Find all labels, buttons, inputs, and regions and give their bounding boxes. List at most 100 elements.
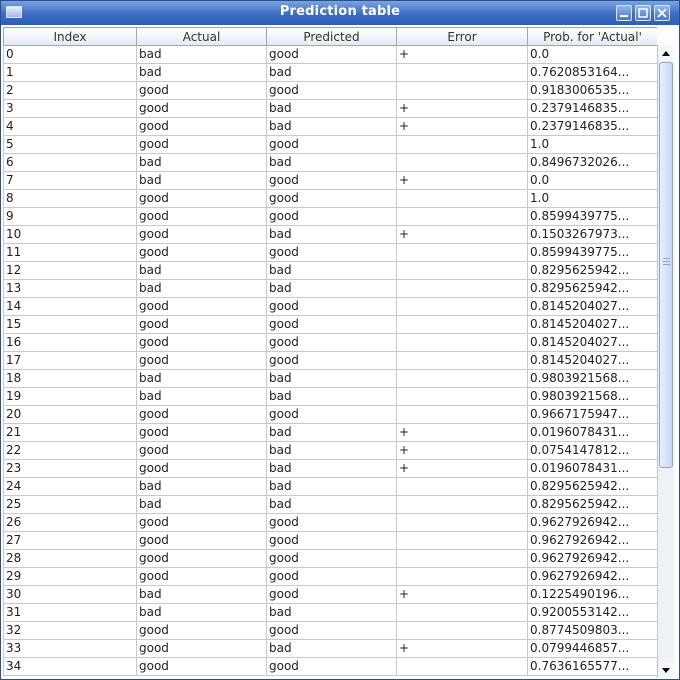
table-cell[interactable]: good [136,315,267,334]
table-row[interactable]: 7 bad good +0.0 [3,171,657,190]
table-cell[interactable]: 27 [3,531,137,550]
table-cell[interactable]: 0.8295625942... [527,477,657,496]
table-cell[interactable]: good [136,549,267,568]
table-cell[interactable]: 7 [3,171,137,190]
table-cell[interactable]: good [136,225,267,244]
column-header[interactable]: Prob. for 'Actual' [527,27,657,46]
table-row[interactable]: 21 good bad +0.0196078431... [3,423,657,442]
table-row[interactable]: 31 bad bad 0.9200553142... [3,603,657,622]
table-cell[interactable]: good [136,405,267,424]
table-cell[interactable]: good [136,567,267,586]
table-cell[interactable]: good [136,351,267,370]
table-cell[interactable]: 25 [3,495,137,514]
table-cell[interactable]: + [396,117,528,136]
table-cell[interactable]: 3 [3,99,137,118]
table-cell[interactable]: 26 [3,513,137,532]
table-row[interactable]: 11 good good 0.8599439775... [3,243,657,262]
table-cell[interactable]: 0.1503267973... [527,225,657,244]
table-cell[interactable]: bad [136,477,267,496]
table-cell[interactable]: 30 [3,585,137,604]
table-row[interactable]: 26 good good 0.9627926942... [3,513,657,532]
table-cell[interactable] [396,279,528,298]
table-cell[interactable]: 16 [3,333,137,352]
table-cell[interactable]: 0.8599439775... [527,207,657,226]
title-bar[interactable]: Prediction table [1,1,679,25]
table-cell[interactable] [396,351,528,370]
vertical-scrollbar[interactable] [657,45,674,678]
table-cell[interactable]: good [136,207,267,226]
table-cell[interactable]: 0.8295625942... [527,261,657,280]
table-cell[interactable]: bad [266,117,397,136]
table-cell[interactable]: bad [266,99,397,118]
table-cell[interactable]: 0.0 [527,45,657,64]
table-cell[interactable]: 1.0 [527,189,657,208]
maximize-button[interactable] [635,5,651,21]
table-cell[interactable]: good [266,171,397,190]
column-header[interactable]: Index [3,27,137,46]
table-cell[interactable]: + [396,171,528,190]
table-cell[interactable]: good [266,621,397,640]
table-cell[interactable]: bad [266,369,397,388]
table-cell[interactable]: 0.2379146835... [527,117,657,136]
table-row[interactable]: 22 good bad +0.0754147812... [3,441,657,460]
table-cell[interactable]: 11 [3,243,137,262]
table-cell[interactable]: 34 [3,657,137,676]
table-cell[interactable] [396,135,528,154]
table-cell[interactable]: 0.9627926942... [527,513,657,532]
table-row[interactable]: 20 good good 0.9667175947... [3,405,657,424]
table-cell[interactable] [396,261,528,280]
table-cell[interactable]: good [266,405,397,424]
table-cell[interactable]: 0.9803921568... [527,387,657,406]
table-cell[interactable]: good [136,441,267,460]
table-cell[interactable] [396,513,528,532]
table-row[interactable]: 33 good bad +0.0799446857... [3,639,657,658]
table-cell[interactable] [396,189,528,208]
scroll-down-button[interactable] [658,662,674,678]
table-cell[interactable]: + [396,441,528,460]
table-cell[interactable]: bad [136,369,267,388]
table-cell[interactable]: 21 [3,423,137,442]
table-cell[interactable]: bad [136,171,267,190]
table-cell[interactable]: bad [266,387,397,406]
table-cell[interactable]: + [396,459,528,478]
table-cell[interactable]: 29 [3,567,137,586]
table-row[interactable]: 12 bad bad 0.8295625942... [3,261,657,280]
table-cell[interactable]: 6 [3,153,137,172]
table-cell[interactable] [396,495,528,514]
table-cell[interactable]: good [136,297,267,316]
table-cell[interactable]: bad [266,495,397,514]
table-cell[interactable]: 28 [3,549,137,568]
table-cell[interactable]: 24 [3,477,137,496]
table-cell[interactable]: bad [266,261,397,280]
table-cell[interactable]: good [136,459,267,478]
table-row[interactable]: 1 bad bad 0.7620853164... [3,63,657,82]
table-cell[interactable]: good [136,117,267,136]
table-cell[interactable]: bad [266,477,397,496]
table-cell[interactable] [396,369,528,388]
table-cell[interactable] [396,153,528,172]
table-cell[interactable] [396,621,528,640]
table-cell[interactable]: bad [266,153,397,172]
table-cell[interactable]: bad [136,261,267,280]
table-cell[interactable]: good [266,189,397,208]
table-cell[interactable]: good [136,243,267,262]
table-cell[interactable]: 15 [3,315,137,334]
table-cell[interactable]: 0.9627926942... [527,531,657,550]
column-header[interactable]: Error [396,27,528,46]
table-cell[interactable]: bad [136,63,267,82]
table-cell[interactable]: good [266,585,397,604]
table-cell[interactable]: 9 [3,207,137,226]
table-cell[interactable]: good [266,657,397,676]
table-cell[interactable]: 19 [3,387,137,406]
table-cell[interactable]: 0.0754147812... [527,441,657,460]
table-cell[interactable]: 13 [3,279,137,298]
table-row[interactable]: 25 bad bad 0.8295625942... [3,495,657,514]
table-cell[interactable]: 0.8145204027... [527,351,657,370]
table-cell[interactable] [396,567,528,586]
table-row[interactable]: 15 good good 0.8145204027... [3,315,657,334]
table-cell[interactable]: bad [136,153,267,172]
table-cell[interactable]: 0.9667175947... [527,405,657,424]
table-row[interactable]: 29 good good 0.9627926942... [3,567,657,586]
table-cell[interactable] [396,531,528,550]
table-row[interactable]: 19 bad bad 0.9803921568... [3,387,657,406]
